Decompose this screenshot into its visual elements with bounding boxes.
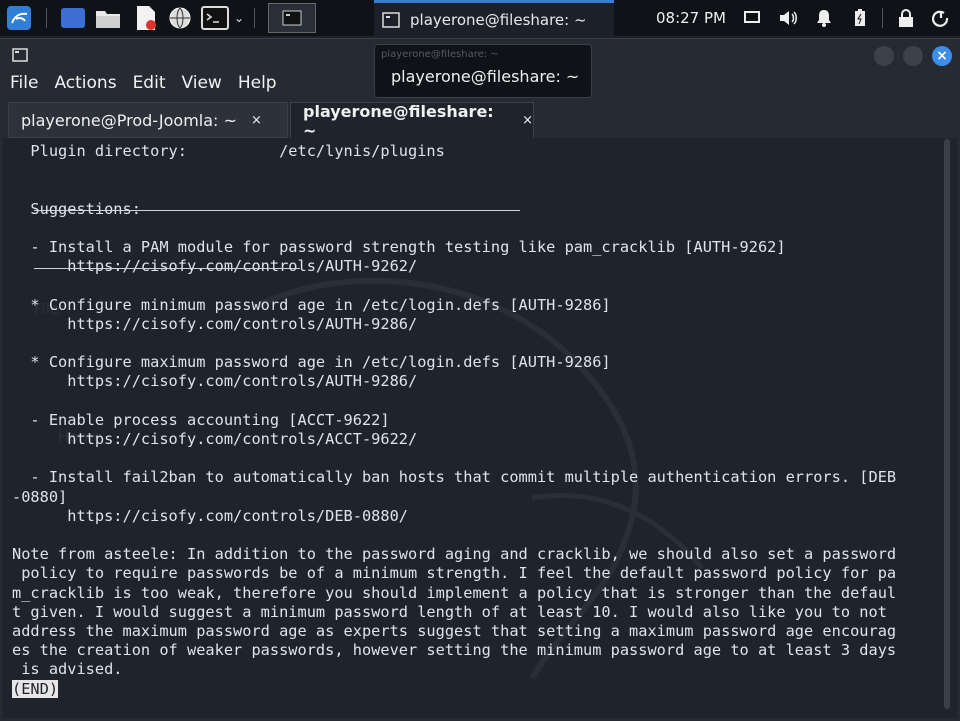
tab-close-icon[interactable]: × (251, 113, 262, 128)
line: https://cisofy.com/controls/AUTH-9286/ (12, 314, 418, 333)
display-icon[interactable] (742, 0, 762, 36)
tooltip-text: playerone@fileshare: ~ (391, 67, 580, 86)
file-manager-icon[interactable] (94, 0, 122, 36)
close-button[interactable]: × (932, 46, 952, 66)
line: Note from asteele: In addition to the pa… (12, 545, 897, 564)
text-editor-icon[interactable] (132, 0, 160, 36)
line: - Install a PAM module for password stre… (12, 238, 786, 257)
logout-icon[interactable] (930, 0, 952, 36)
maximize-button[interactable] (903, 46, 923, 66)
taskbar-window-title: playerone@fileshare: ~ (410, 10, 587, 29)
menu-help[interactable]: Help (238, 73, 277, 97)
tab-label: playerone@fileshare: ~ (303, 101, 494, 140)
line: t given. I would suggest a minimum passw… (12, 602, 887, 621)
line: is advised. (12, 660, 123, 679)
line: - Install fail2ban to automatically ban … (12, 468, 897, 487)
show-desktop-icon[interactable] (60, 0, 86, 36)
line: -0880] (12, 487, 68, 506)
tab-bar: playerone@Prod-Joomla: ~ × playerone@fil… (0, 101, 960, 140)
divider-line (34, 268, 300, 269)
terminal-output[interactable]: File Home Plugin directory: /etc/lynis/p… (2, 138, 958, 718)
menu-view[interactable]: View (181, 73, 221, 97)
tab-fileshare[interactable]: playerone@fileshare: ~ × (290, 101, 534, 140)
web-browser-icon[interactable] (166, 0, 194, 36)
line: * Configure minimum password age in /etc… (12, 295, 611, 314)
line: m_cracklib is too weak, therefore you sh… (12, 583, 897, 602)
end-marker: (END) (12, 679, 59, 698)
tab-close-icon[interactable]: × (522, 113, 533, 128)
battery-icon[interactable] (850, 0, 870, 36)
tab-prod-joomla[interactable]: playerone@Prod-Joomla: ~ × (8, 102, 288, 138)
line: * Configure maximum password age in /etc… (12, 353, 611, 372)
terminal-icon (382, 11, 400, 28)
menu-file[interactable]: File (10, 73, 38, 97)
kali-menu-icon[interactable] (4, 0, 34, 36)
line: https://cisofy.com/controls/AUTH-9262/ (12, 257, 418, 276)
clock[interactable]: 08:27 PM (656, 0, 726, 36)
menu-actions[interactable]: Actions (54, 73, 116, 97)
divider-line (34, 210, 520, 211)
line: address the maximum password age as expe… (12, 622, 897, 641)
window-terminal-icon (12, 48, 28, 62)
volume-icon[interactable] (778, 0, 800, 36)
tooltip-ghost-text: playerone@fileshare: ~ (381, 49, 499, 60)
tab-label: playerone@Prod-Joomla: ~ (21, 110, 237, 130)
menu-bar: File Actions Edit View Help (10, 73, 293, 97)
terminal-scrollbar[interactable] (944, 139, 950, 709)
line: Suggestions: (12, 199, 141, 218)
line: https://cisofy.com/controls/ACCT-9622/ (12, 430, 418, 449)
minimize-button[interactable] (874, 46, 894, 66)
line: policy to require passwords be of a mini… (12, 564, 897, 583)
terminal-window: × playerone@fileshare: ~ playerone@files… (0, 38, 960, 721)
line: es the creation of weaker passwords, how… (12, 641, 897, 660)
line: Plugin directory: /etc/lynis/plugins (12, 142, 445, 160)
workspace-button[interactable] (268, 3, 316, 33)
notification-bell-icon[interactable] (814, 0, 834, 36)
window-title-tooltip: playerone@fileshare: ~ playerone@filesha… (374, 44, 592, 98)
terminal-text: Plugin directory: /etc/lynis/plugins Sug… (12, 142, 896, 699)
menu-edit[interactable]: Edit (133, 73, 166, 97)
line: - Enable process accounting [ACCT-9622] (12, 410, 390, 429)
chevron-down-icon[interactable]: ⌄ (232, 0, 246, 36)
top-panel: ⌄ playerone@fileshare: ~ 08:27 PM (0, 0, 960, 36)
line: https://cisofy.com/controls/AUTH-9286/ (12, 372, 418, 391)
terminal-launcher-icon[interactable] (200, 0, 230, 36)
taskbar-terminal-window[interactable]: playerone@fileshare: ~ (374, 0, 614, 36)
lock-screen-icon[interactable] (896, 0, 916, 36)
line: https://cisofy.com/controls/DEB-0880/ (12, 506, 409, 525)
